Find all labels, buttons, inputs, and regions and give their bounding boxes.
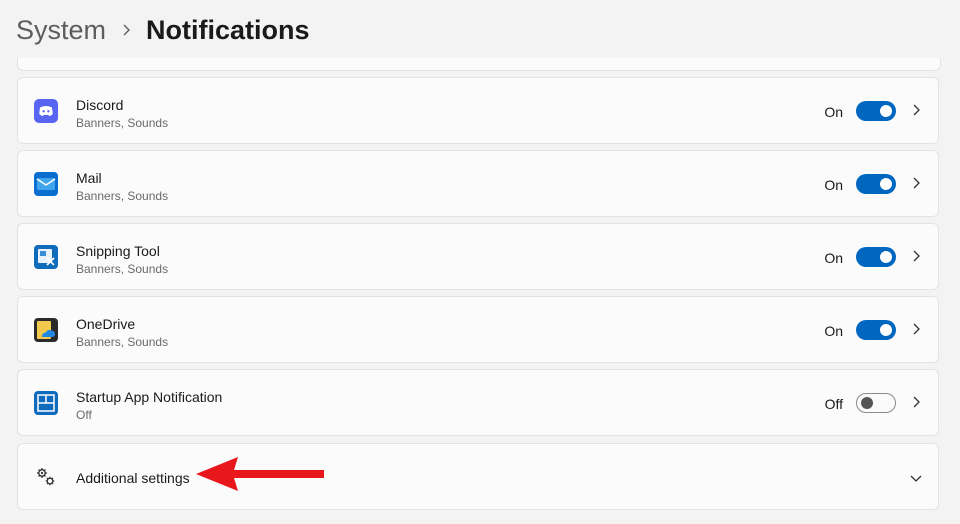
- toggle-state-label: On: [824, 323, 843, 339]
- chevron-down-icon[interactable]: [908, 470, 924, 486]
- chevron-right-icon: [106, 10, 146, 50]
- snipping-tool-icon: [34, 245, 58, 269]
- app-name: Snipping Tool: [76, 243, 160, 259]
- app-subtitle: Banners, Sounds: [76, 116, 169, 130]
- app-name: Startup App Notification: [76, 389, 223, 405]
- notification-toggle[interactable]: [856, 247, 896, 267]
- additional-settings-label: Additional settings: [76, 470, 190, 486]
- breadcrumb: System Notifications: [16, 10, 310, 50]
- app-row-onedrive[interactable]: OneDrive Banners, Sounds On: [17, 296, 939, 363]
- toggle-knob: [880, 251, 892, 263]
- breadcrumb-parent-system[interactable]: System: [16, 15, 106, 46]
- app-row-startup-app-notification[interactable]: Startup App Notification Off Off: [17, 369, 939, 436]
- app-row-discord[interactable]: Discord Banners, Sounds On: [17, 77, 939, 144]
- gears-icon: [34, 465, 58, 489]
- chevron-right-icon[interactable]: [908, 394, 924, 410]
- toggle-knob: [880, 324, 892, 336]
- toggle-knob: [880, 105, 892, 117]
- startup-app-icon: [34, 391, 58, 415]
- toggle-knob: [861, 397, 873, 409]
- chevron-right-icon[interactable]: [908, 102, 924, 118]
- chevron-right-icon[interactable]: [908, 175, 924, 191]
- toggle-state-label: On: [824, 177, 843, 193]
- app-subtitle: Banners, Sounds: [76, 189, 169, 203]
- toggle-knob: [880, 178, 892, 190]
- app-subtitle: Off: [76, 408, 92, 422]
- app-name: Discord: [76, 97, 124, 113]
- onedrive-icon: [34, 318, 58, 342]
- additional-settings-row[interactable]: Additional settings: [17, 443, 939, 510]
- chevron-right-icon[interactable]: [908, 321, 924, 337]
- app-subtitle: Banners, Sounds: [76, 262, 169, 276]
- partial-card: [17, 58, 941, 71]
- notification-toggle[interactable]: [856, 174, 896, 194]
- notification-toggle[interactable]: [856, 101, 896, 121]
- notification-toggle[interactable]: [856, 320, 896, 340]
- annotation-arrow-icon: [196, 457, 324, 491]
- discord-icon: [34, 99, 58, 123]
- page-title: Notifications: [146, 14, 310, 45]
- chevron-right-icon[interactable]: [908, 248, 924, 264]
- toggle-state-label: On: [824, 104, 843, 120]
- toggle-state-label: On: [824, 250, 843, 266]
- notification-toggle[interactable]: [856, 393, 896, 413]
- app-row-snipping-tool[interactable]: Snipping Tool Banners, Sounds On: [17, 223, 939, 290]
- app-row-mail[interactable]: Mail Banners, Sounds On: [17, 150, 939, 217]
- app-name: Mail: [76, 170, 102, 186]
- app-subtitle: Banners, Sounds: [76, 335, 169, 349]
- app-name: OneDrive: [76, 316, 136, 332]
- mail-icon: [34, 172, 58, 196]
- toggle-state-label: Off: [824, 396, 843, 412]
